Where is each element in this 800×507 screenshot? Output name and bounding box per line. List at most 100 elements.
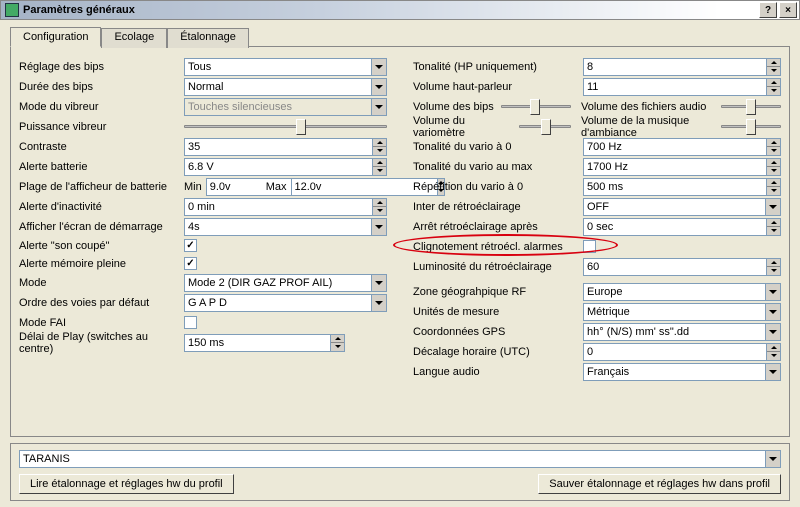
down-icon[interactable]	[373, 207, 386, 215]
min-spin[interactable]	[206, 178, 262, 196]
down-icon[interactable]	[767, 67, 780, 75]
backlight-lum-input[interactable]	[583, 258, 766, 276]
battery-alert-spin[interactable]	[184, 158, 387, 176]
up-icon[interactable]	[767, 159, 780, 168]
units-value: Métrique	[587, 306, 630, 318]
down-icon[interactable]	[767, 267, 780, 275]
inactivity-spin[interactable]	[184, 198, 387, 216]
vol-hp-input[interactable]	[583, 78, 766, 96]
save-calibration-button[interactable]: Sauver étalonnage et réglages hw dans pr…	[538, 474, 781, 494]
tone-hp-input[interactable]	[583, 58, 766, 76]
variorep-input[interactable]	[583, 178, 766, 196]
vol-ambiance-slider[interactable]	[721, 120, 781, 134]
max-spin[interactable]	[291, 178, 347, 196]
down-icon[interactable]	[373, 147, 386, 155]
chan-order-value: G A P D	[188, 297, 227, 309]
up-icon[interactable]	[767, 344, 780, 353]
up-icon[interactable]	[767, 59, 780, 68]
contrast-input[interactable]	[184, 138, 372, 156]
backlight-lum-spin[interactable]	[583, 258, 781, 276]
left-col: Réglage des bips Tous Durée des bips Nor…	[19, 57, 387, 382]
max-label: Max	[266, 181, 287, 193]
contrast-spin[interactable]	[184, 138, 387, 156]
down-icon[interactable]	[767, 227, 780, 235]
variomax-input[interactable]	[583, 158, 766, 176]
up-icon[interactable]	[373, 199, 386, 208]
vol-hp-spin[interactable]	[583, 78, 781, 96]
sound-off-alert-checkbox[interactable]	[184, 239, 197, 252]
chevron-down-icon	[371, 295, 386, 311]
mode-combo[interactable]: Mode 2 (DIR GAZ PROF AIL)	[184, 274, 387, 292]
mem-full-alert-checkbox[interactable]	[184, 257, 197, 270]
vol-audio-files-slider[interactable]	[721, 100, 781, 114]
chan-order-combo[interactable]: G A P D	[184, 294, 387, 312]
down-icon[interactable]	[767, 147, 780, 155]
down-icon[interactable]	[331, 343, 344, 351]
flash-alarm-label: Clignotement rétroécl. alarmes	[413, 241, 583, 253]
up-icon[interactable]	[767, 139, 780, 148]
down-icon[interactable]	[767, 167, 780, 175]
up-icon[interactable]	[373, 159, 386, 168]
beep-settings-combo[interactable]: Tous	[184, 58, 387, 76]
audio-lang-combo[interactable]: Français	[583, 363, 781, 381]
down-icon[interactable]	[767, 87, 780, 95]
up-icon[interactable]	[331, 335, 344, 344]
utc-spin[interactable]	[583, 343, 781, 361]
beep-duration-label: Durée des bips	[19, 81, 184, 93]
profile-area: TARANIS Lire étalonnage et réglages hw d…	[10, 443, 790, 501]
titlebar: Paramètres généraux ? ×	[0, 0, 800, 20]
vario0-label: Tonalité du vario à 0	[413, 141, 583, 153]
up-icon[interactable]	[767, 259, 780, 268]
splash-value: 4s	[188, 221, 200, 233]
audio-lang-label: Langue audio	[413, 366, 583, 378]
backlight-sw-combo[interactable]: OFF	[583, 198, 781, 216]
chevron-down-icon	[371, 59, 386, 75]
backlight-stop-spin[interactable]	[583, 218, 781, 236]
up-icon[interactable]	[767, 79, 780, 88]
help-button[interactable]: ?	[759, 2, 777, 18]
chan-order-label: Ordre des voies par défaut	[19, 297, 184, 309]
variorep-spin[interactable]	[583, 178, 781, 196]
play-delay-spin[interactable]	[184, 334, 345, 352]
inactivity-label: Alerte d'inactivité	[19, 201, 184, 213]
tab-ecolage[interactable]: Ecolage	[101, 28, 167, 48]
read-calibration-button[interactable]: Lire étalonnage et réglages hw du profil	[19, 474, 234, 494]
vol-bips-slider[interactable]	[501, 100, 571, 114]
fai-checkbox[interactable]	[184, 316, 197, 329]
beep-duration-value: Normal	[188, 81, 223, 93]
vib-power-slider[interactable]	[184, 120, 387, 134]
backlight-sw-label: Inter de rétroéclairage	[413, 201, 583, 213]
down-icon[interactable]	[767, 352, 780, 360]
mem-full-alert-label: Alerte mémoire pleine	[19, 258, 184, 270]
up-icon[interactable]	[767, 219, 780, 228]
variorep-label: Répétition du vario à 0	[413, 181, 583, 193]
mode-label: Mode	[19, 277, 184, 289]
tone-hp-spin[interactable]	[583, 58, 781, 76]
profile-combo[interactable]: TARANIS	[19, 450, 781, 468]
battery-alert-input[interactable]	[184, 158, 372, 176]
gps-combo[interactable]: hh° (N/S) mm' ss".dd	[583, 323, 781, 341]
backlight-stop-input[interactable]	[583, 218, 766, 236]
tab-configuration[interactable]: Configuration	[10, 27, 101, 47]
inactivity-input[interactable]	[184, 198, 372, 216]
variomax-spin[interactable]	[583, 158, 781, 176]
close-button[interactable]: ×	[779, 2, 797, 18]
up-icon[interactable]	[373, 139, 386, 148]
geo-zone-combo[interactable]: Europe	[583, 283, 781, 301]
gps-label: Coordonnées GPS	[413, 326, 583, 338]
down-icon[interactable]	[767, 187, 780, 195]
units-combo[interactable]: Métrique	[583, 303, 781, 321]
utc-input[interactable]	[583, 343, 766, 361]
splash-combo[interactable]: 4s	[184, 218, 387, 236]
flash-alarm-checkbox[interactable]	[583, 240, 596, 253]
up-icon[interactable]	[767, 179, 780, 188]
vario0-spin[interactable]	[583, 138, 781, 156]
tab-etalonnage[interactable]: Étalonnage	[167, 28, 249, 48]
beep-duration-combo[interactable]: Normal	[184, 78, 387, 96]
chevron-down-icon	[371, 219, 386, 235]
vol-vario-slider[interactable]	[519, 120, 571, 134]
play-delay-input[interactable]	[184, 334, 330, 352]
vol-hp-label: Volume haut-parleur	[413, 81, 583, 93]
down-icon[interactable]	[373, 167, 386, 175]
vario0-input[interactable]	[583, 138, 766, 156]
